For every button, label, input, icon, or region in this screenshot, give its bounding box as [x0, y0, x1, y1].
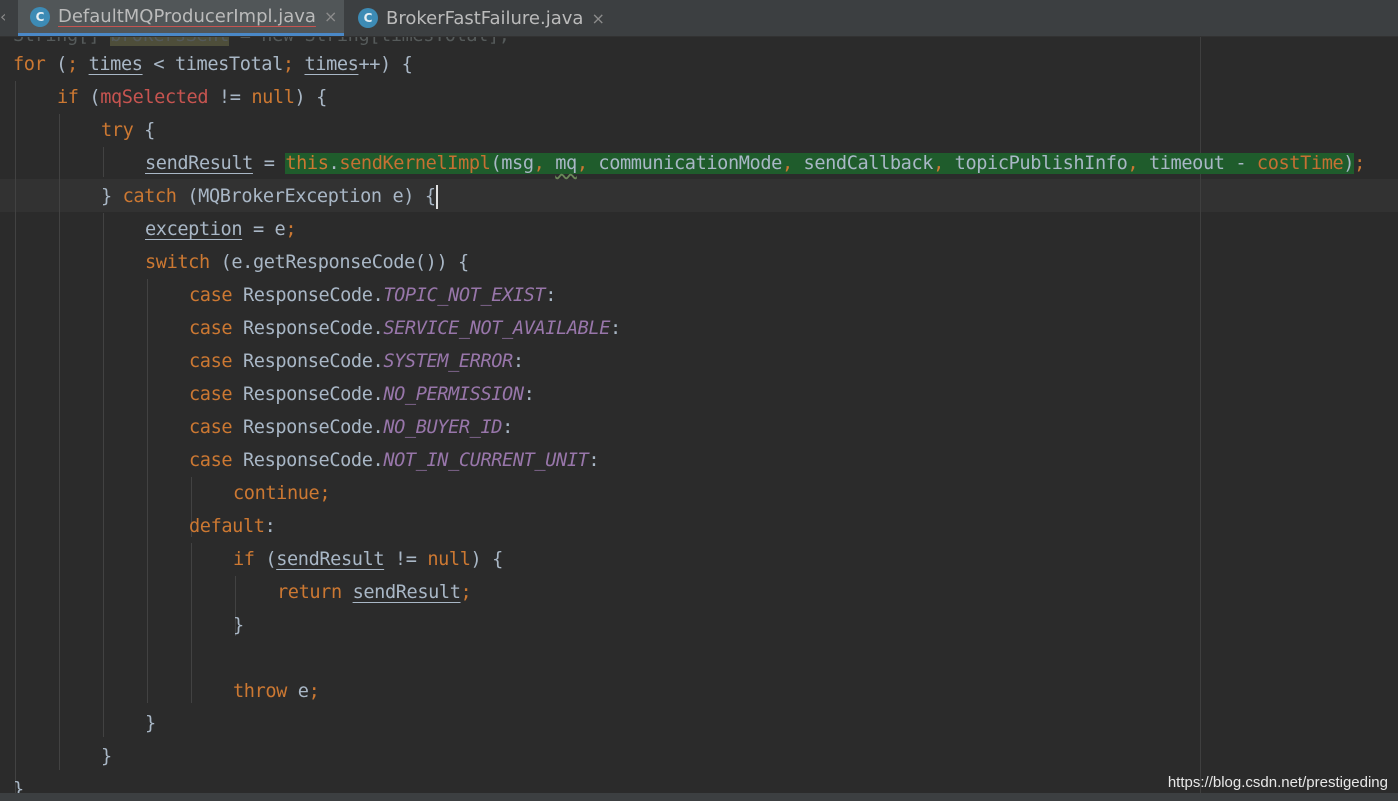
editor-tab-bar: ‹ C DefaultMQProducerImpl.java × C Broke… [0, 0, 1398, 37]
indent-guide [59, 114, 60, 770]
code-line: sendResult = this.sendKernelImpl(msg, mq… [145, 153, 1365, 174]
code-line: case ResponseCode.SYSTEM_ERROR: [189, 351, 524, 372]
code-line: if (sendResult != null) { [233, 549, 503, 570]
code-line: exception = e; [145, 219, 297, 240]
code-line: } [233, 615, 244, 636]
code-line: } [145, 713, 156, 734]
code-line: } [101, 746, 112, 767]
class-icon: C [358, 8, 378, 28]
indent-guide [15, 81, 16, 801]
code-line: default: [189, 516, 276, 537]
code-line: case ResponseCode.NO_PERMISSION: [189, 384, 535, 405]
code-line: if (mqSelected != null) { [57, 87, 327, 108]
text-caret [435, 184, 438, 209]
code-line: continue; [233, 483, 331, 504]
code-line: for (; times < timesTotal; times++) { [13, 54, 413, 75]
code-line: case ResponseCode.SERVICE_NOT_AVAILABLE: [189, 318, 621, 339]
code-line: case ResponseCode.NO_BUYER_ID: [189, 417, 513, 438]
code-line: return sendResult; [277, 582, 472, 603]
code-line: case ResponseCode.TOPIC_NOT_EXIST: [189, 285, 557, 306]
code-line: try { [101, 120, 155, 141]
indent-guide [191, 543, 192, 703]
tab-label: BrokerFastFailure.java [386, 7, 584, 29]
horizontal-scrollbar[interactable] [0, 793, 1398, 801]
tab-scroll-left-icon[interactable]: ‹ [0, 6, 12, 28]
indent-guide [103, 147, 104, 177]
tab-defaultmqproducerimpl[interactable]: C DefaultMQProducerImpl.java × [18, 0, 344, 36]
close-icon[interactable]: × [324, 7, 337, 26]
indent-guide [103, 213, 104, 737]
indent-guide [147, 279, 148, 703]
code-line: throw e; [233, 681, 320, 702]
tab-brokerfastfailure[interactable]: C BrokerFastFailure.java × [345, 0, 605, 36]
code-line: case ResponseCode.NOT_IN_CURRENT_UNIT: [189, 450, 600, 471]
code-editor[interactable]: String[] brokersSent = new String[timesT… [0, 37, 1398, 801]
class-icon: C [30, 6, 50, 27]
close-icon[interactable]: × [591, 9, 604, 28]
watermark: https://blog.csdn.net/prestigeding [1167, 774, 1388, 791]
code-line: } catch (MQBrokerException e) { [101, 184, 438, 209]
code-line: switch (e.getResponseCode()) { [145, 252, 469, 273]
tab-label: DefaultMQProducerImpl.java [58, 6, 316, 27]
selected-expression: this.sendKernelImpl(msg, mq, communicati… [285, 153, 1355, 174]
